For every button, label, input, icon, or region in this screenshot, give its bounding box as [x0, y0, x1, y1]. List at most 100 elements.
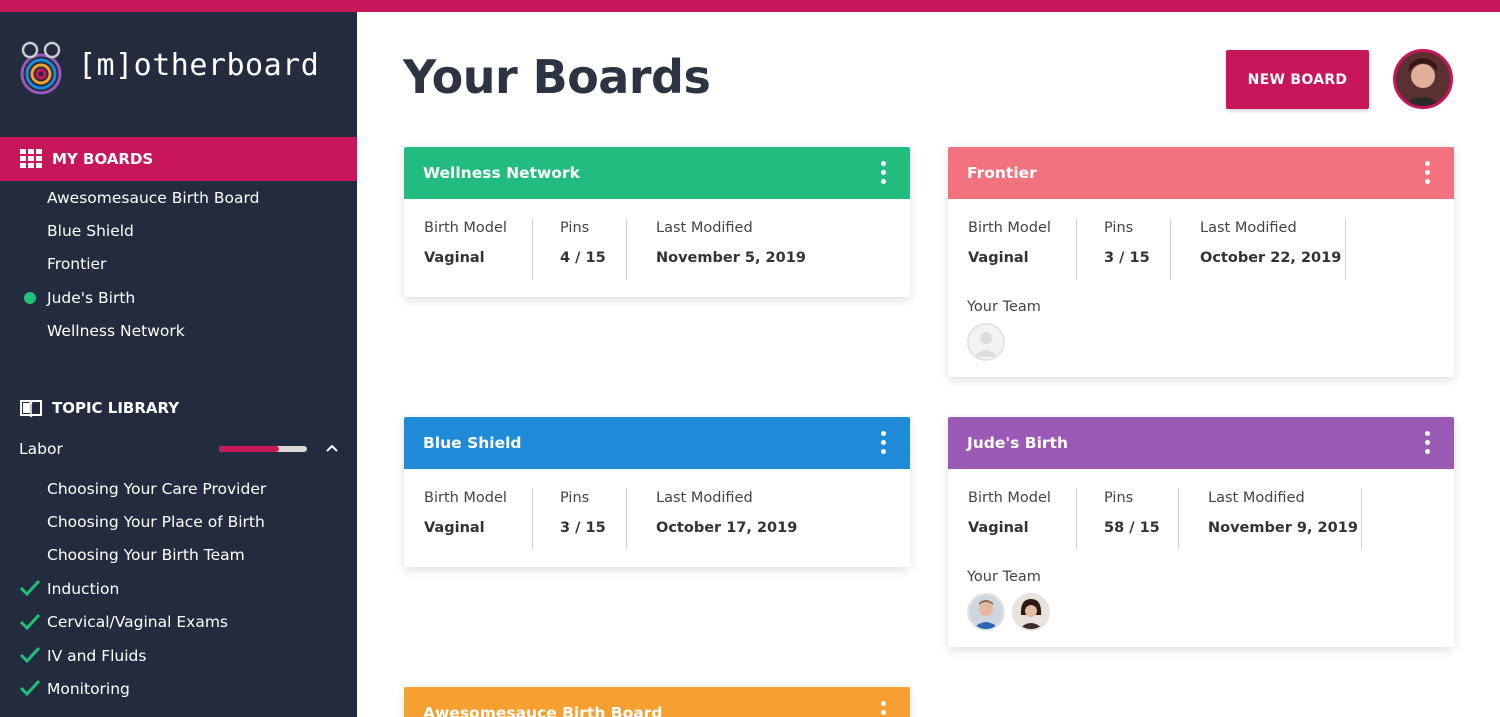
- topic-item[interactable]: Choosing Your Care Provider: [0, 472, 357, 505]
- topic-item[interactable]: IV and Fluids: [0, 639, 357, 672]
- team-avatars: [967, 323, 1454, 361]
- stat-value: 3 / 15: [1104, 250, 1150, 266]
- board-card[interactable]: Jude's Birth Birth Model Vaginal Pins 58 / 1…: [948, 417, 1454, 647]
- stat-last-modified: Last Modified November 9, 2019: [1208, 488, 1358, 550]
- board-card-title: Jude's Birth: [967, 434, 1068, 452]
- stat-label: Birth Model: [424, 220, 507, 236]
- topic-item-label: IV and Fluids: [47, 646, 147, 665]
- topic-item[interactable]: Induction: [0, 572, 357, 605]
- stat-divider: [1178, 488, 1179, 550]
- board-card-stats: Birth Model Vaginal Pins 4 / 15 Last Modifie…: [404, 199, 910, 297]
- new-board-button[interactable]: NEW BOARD: [1226, 50, 1369, 109]
- sidebar-board-label: Awesomesauce Birth Board: [47, 188, 260, 207]
- grid-icon: [20, 149, 42, 168]
- board-card-header[interactable]: Blue Shield: [404, 417, 910, 469]
- more-options-icon[interactable]: [1422, 161, 1432, 187]
- more-options-icon[interactable]: [1422, 431, 1432, 457]
- stat-last-modified: Last Modified October 22, 2019: [1200, 218, 1341, 280]
- board-card[interactable]: Wellness Network Birth Model Vaginal Pins 4 …: [404, 147, 910, 297]
- topic-item[interactable]: Cervical/Vaginal Exams: [0, 606, 357, 639]
- more-options-icon[interactable]: [878, 701, 888, 717]
- stat-label: Birth Model: [424, 490, 507, 506]
- stat-divider: [1076, 488, 1077, 550]
- team-member-avatar[interactable]: [1012, 593, 1050, 631]
- stat-label: Birth Model: [968, 220, 1051, 236]
- stat-value: 3 / 15: [560, 520, 606, 536]
- stat-label: Birth Model: [968, 490, 1051, 506]
- team-label: Your Team: [967, 569, 1041, 585]
- topic-item-label: Induction: [47, 579, 120, 598]
- topic-list: Choosing Your Care Provider Choosing Your…: [0, 472, 357, 706]
- board-card[interactable]: Frontier Birth Model Vaginal Pins 3 / 15 Last…: [948, 147, 1454, 377]
- stat-label: Last Modified: [1208, 490, 1305, 506]
- topic-library-header[interactable]: TOPIC LIBRARY: [0, 386, 357, 430]
- more-options-icon[interactable]: [878, 161, 888, 187]
- stat-pins: Pins 3 / 15: [560, 488, 606, 550]
- board-card-stats: Birth Model Vaginal Pins 3 / 15 Last Modifie…: [948, 199, 1454, 297]
- board-card-team: Your Team: [948, 297, 1454, 377]
- stat-divider: [626, 218, 627, 280]
- topic-item-label: Monitoring: [47, 680, 130, 699]
- topic-item-label: Choosing Your Place of Birth: [47, 513, 265, 532]
- checkmark-icon: [19, 646, 41, 664]
- stat-pins: Pins 4 / 15: [560, 218, 606, 280]
- sidebar-board-item[interactable]: Awesomesauce Birth Board: [0, 181, 357, 214]
- sidebar-board-item[interactable]: Frontier: [0, 248, 357, 281]
- stat-value: October 22, 2019: [1200, 250, 1342, 266]
- team-member-placeholder-avatar[interactable]: [967, 323, 1005, 361]
- labor-category-toggle[interactable]: Labor: [19, 436, 344, 462]
- sidebar-board-item[interactable]: Blue Shield: [0, 214, 357, 247]
- topic-item[interactable]: Monitoring: [0, 672, 357, 705]
- board-card-header[interactable]: Frontier: [948, 147, 1454, 199]
- labor-progress-fill: [219, 446, 279, 452]
- board-card[interactable]: Awesomesauce Birth Board: [404, 687, 910, 717]
- chevron-up-icon[interactable]: [324, 440, 340, 456]
- my-boards-list: Awesomesauce Birth Board Blue Shield Fro…: [0, 181, 357, 348]
- topic-item[interactable]: Choosing Your Birth Team: [0, 539, 357, 572]
- user-avatar[interactable]: [1393, 49, 1453, 109]
- labor-progress-bar: [219, 446, 307, 452]
- stat-label: Pins: [560, 220, 590, 236]
- stat-pins: Pins 3 / 15: [1104, 218, 1150, 280]
- stat-value: October 17, 2019: [656, 520, 798, 536]
- sidebar-board-label: Frontier: [47, 255, 107, 274]
- team-member-avatar[interactable]: [967, 593, 1005, 631]
- more-options-icon[interactable]: [878, 431, 888, 457]
- active-dot-icon: [24, 292, 36, 305]
- board-card-title: Blue Shield: [423, 434, 522, 452]
- topic-item-label: Cervical/Vaginal Exams: [47, 613, 228, 632]
- sidebar-board-label: Jude's Birth: [47, 288, 136, 307]
- app-logo-icon[interactable]: [18, 40, 64, 98]
- sidebar-board-label: Blue Shield: [47, 222, 134, 241]
- stat-pins: Pins 58 / 15: [1104, 488, 1160, 550]
- stat-birth-model: Birth Model Vaginal: [968, 488, 1051, 550]
- stat-divider: [626, 488, 627, 550]
- stat-last-modified: Last Modified October 17, 2019: [656, 488, 797, 550]
- board-card-title: Awesomesauce Birth Board: [423, 704, 663, 717]
- my-boards-header[interactable]: MY BOARDS: [0, 137, 357, 181]
- board-card-header[interactable]: Wellness Network: [404, 147, 910, 199]
- stat-label: Pins: [560, 490, 590, 506]
- team-avatars: [967, 593, 1454, 631]
- board-card-header[interactable]: Awesomesauce Birth Board: [404, 687, 910, 717]
- book-icon: [20, 400, 42, 418]
- stat-label: Last Modified: [1200, 220, 1297, 236]
- board-card-header[interactable]: Jude's Birth: [948, 417, 1454, 469]
- main-content: Your Boards NEW BOARD Wellness Network Bi…: [357, 12, 1500, 717]
- sidebar: [m]otherboard MY BOARDS Awesomesauce Bir…: [0, 12, 357, 717]
- stat-value: 58 / 15: [1104, 520, 1160, 536]
- my-boards-label: MY BOARDS: [52, 150, 154, 168]
- stat-value: Vaginal: [424, 250, 485, 266]
- sidebar-board-item[interactable]: Wellness Network: [0, 315, 357, 348]
- stat-value: November 9, 2019: [1208, 520, 1358, 536]
- topic-item[interactable]: Choosing Your Place of Birth: [0, 505, 357, 538]
- sidebar-board-item[interactable]: Jude's Birth: [0, 281, 357, 314]
- stat-value: Vaginal: [968, 520, 1029, 536]
- stat-birth-model: Birth Model Vaginal: [424, 218, 507, 280]
- topic-item-label: Choosing Your Care Provider: [47, 479, 267, 498]
- stat-divider: [1076, 218, 1077, 280]
- board-card[interactable]: Blue Shield Birth Model Vaginal Pins 3 / 15 L…: [404, 417, 910, 567]
- stat-birth-model: Birth Model Vaginal: [424, 488, 507, 550]
- brand-name[interactable]: [m]otherboard: [78, 48, 319, 83]
- board-card-team: Your Team: [948, 567, 1454, 647]
